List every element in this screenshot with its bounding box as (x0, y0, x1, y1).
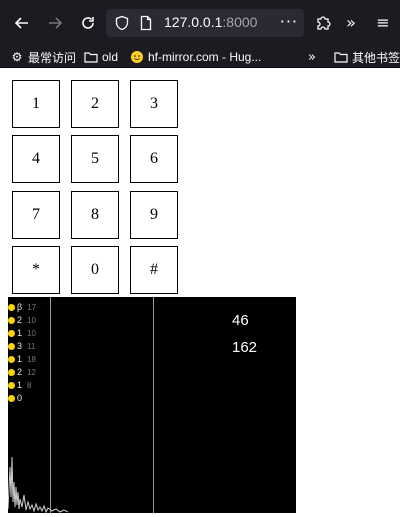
app-menu-button[interactable]: ≡ (371, 11, 395, 35)
bookmark-label: hf-mirror.com - Hug... (148, 50, 262, 64)
forward-button[interactable] (43, 11, 67, 35)
address-bar[interactable]: 127.0.0.1:8000 ··· (106, 9, 304, 37)
legend-item: 2 10 (8, 315, 36, 325)
bookmark-hf-mirror[interactable]: hf-mirror.com - Hug... (130, 48, 261, 66)
dot-icon (8, 394, 15, 402)
legend-label: 1 (17, 354, 23, 364)
signal-visualization: β 17 2 10 1 10 3 11 1 18 2 12 18 0 46 162 (8, 297, 296, 513)
legend-label: β (17, 302, 23, 312)
legend-count: 12 (27, 367, 36, 377)
stat-value-top: 46 (232, 312, 249, 329)
arrow-right-icon (49, 17, 63, 29)
legend-item: β 17 (8, 302, 36, 312)
key-star[interactable]: * (12, 246, 60, 294)
hugging-face-icon (131, 51, 143, 63)
dot-icon (8, 381, 15, 389)
stat-value-bottom: 162 (232, 339, 258, 356)
dot-icon (8, 355, 15, 363)
gear-icon: ⚙ (11, 50, 23, 64)
shield-icon (115, 15, 129, 31)
bookmarks-bar: ⚙ 最常访问 old hf-mirror.com - Hug... » 其他书签 (0, 46, 400, 68)
key-5[interactable]: 5 (71, 135, 119, 183)
extensions-button[interactable] (311, 11, 335, 35)
url-host: 127.0.0.1 (164, 14, 223, 30)
legend-count: 17 (27, 302, 37, 312)
toolbar-overflow-button[interactable]: » (339, 11, 363, 35)
back-button[interactable] (10, 11, 34, 35)
key-1[interactable]: 1 (12, 80, 60, 128)
reload-icon (82, 17, 94, 29)
dot-icon (8, 316, 15, 324)
browser-toolbar: 127.0.0.1:8000 ··· » ≡ (0, 0, 400, 46)
dot-icon (8, 368, 15, 376)
legend-label: 0 (17, 393, 23, 403)
page-icon (140, 15, 152, 31)
reload-button[interactable] (76, 11, 100, 35)
legend-count: 10 (27, 328, 36, 338)
legend-count: 11 (27, 341, 36, 351)
legend-item: 1 10 (8, 328, 36, 338)
bookmarks-overflow-button[interactable]: » (308, 48, 316, 66)
legend-item: 18 (8, 380, 31, 390)
bookmark-label: 其他书签 (352, 50, 400, 65)
key-8[interactable]: 8 (71, 191, 119, 239)
legend-label: 3 (17, 341, 23, 351)
key-9[interactable]: 9 (130, 191, 178, 239)
legend-label: 2 (17, 315, 23, 325)
legend-item: 2 12 (8, 367, 36, 377)
legend-item: 1 18 (8, 354, 36, 364)
divider-line (153, 297, 154, 513)
dot-icon (8, 329, 15, 337)
arrow-left-icon (14, 17, 28, 29)
legend-item: 3 11 (8, 341, 35, 351)
dot-icon (8, 342, 15, 350)
bookmark-label: 最常访问 (28, 50, 77, 65)
puzzle-icon (317, 16, 331, 30)
key-0[interactable]: 0 (71, 246, 119, 294)
key-6[interactable]: 6 (130, 135, 178, 183)
legend-label: 1 (17, 380, 23, 390)
url-port: :8000 (222, 14, 258, 30)
dot-icon (8, 303, 15, 311)
waveform-trace (8, 456, 68, 513)
folder-icon (84, 52, 98, 63)
legend-item: 0 (8, 393, 27, 403)
key-2[interactable]: 2 (71, 80, 119, 128)
bookmark-label: old (102, 50, 119, 64)
key-4[interactable]: 4 (12, 135, 60, 183)
legend-count: 18 (27, 354, 36, 364)
legend-count: 10 (27, 315, 36, 325)
page-actions-button[interactable]: ··· (280, 12, 298, 31)
other-bookmarks-folder[interactable]: 其他书签 (334, 48, 400, 66)
key-7[interactable]: 7 (12, 191, 60, 239)
legend-count: 8 (27, 380, 32, 390)
legend-label: 1 (17, 328, 23, 338)
key-3[interactable]: 3 (130, 80, 178, 128)
url-text: 127.0.0.1:8000 (164, 14, 257, 30)
bookmark-most-visited[interactable]: ⚙ 最常访问 (10, 48, 76, 66)
bookmark-folder-old[interactable]: old (84, 48, 118, 66)
folder-icon (334, 52, 348, 63)
legend-label: 2 (17, 367, 23, 377)
key-hash[interactable]: # (130, 246, 178, 294)
